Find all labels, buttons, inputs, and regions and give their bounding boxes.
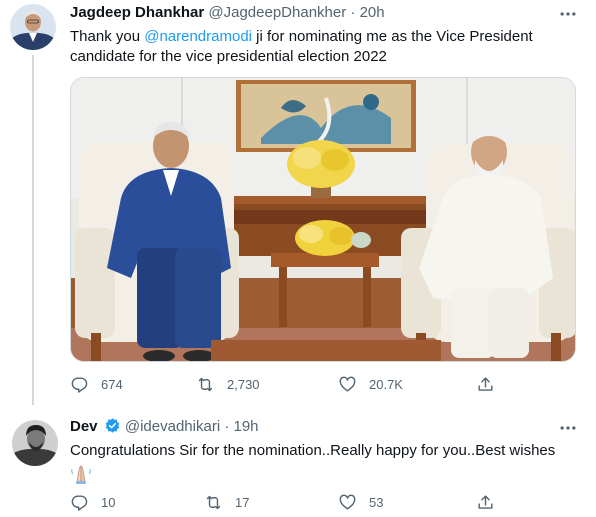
reply-count: 10 xyxy=(101,494,116,510)
tweet-text: Congratulations Sir for the nomination..… xyxy=(70,442,556,459)
tweet-header: Jagdeep Dhankhar @JagdeepDhankher · 20h xyxy=(70,3,385,23)
retweet-count: 17 xyxy=(235,494,250,510)
reply-button[interactable]: 674 xyxy=(70,373,123,395)
tweet-text: Thank you @narendramodi ji for nominatin… xyxy=(70,27,580,67)
like-count: 20.7K xyxy=(369,376,403,392)
tweet-timestamp[interactable]: 20h xyxy=(360,4,385,21)
reply-tweet[interactable]: Dev @idevadhikari · 19h Congratulations … xyxy=(0,408,596,517)
reply-icon xyxy=(71,376,88,393)
retweet-button[interactable]: 17 xyxy=(204,491,249,513)
verified-badge-icon xyxy=(104,417,121,434)
separator-dot: · xyxy=(350,4,356,21)
author-handle[interactable]: @JagdeepDhankher xyxy=(208,4,346,21)
like-button[interactable]: 20.7K xyxy=(338,373,403,395)
like-count: 53 xyxy=(369,494,384,510)
tweet-actions: 674 2,730 20.7K xyxy=(70,373,500,395)
tweet-header: Dev @idevadhikari · 19h xyxy=(70,417,259,437)
retweet-icon xyxy=(206,495,221,509)
share-icon xyxy=(478,494,493,509)
more-icon[interactable] xyxy=(558,4,578,24)
thread-line xyxy=(32,55,34,405)
retweet-button[interactable]: 2,730 xyxy=(196,373,260,395)
like-icon xyxy=(339,376,356,392)
separator-dot: · xyxy=(224,418,230,435)
mention-link[interactable]: @narendramodi xyxy=(144,28,252,45)
folded-hands-emoji xyxy=(70,464,92,484)
tweet-actions: 10 17 53 xyxy=(70,491,500,513)
author-name[interactable]: Jagdeep Dhankhar xyxy=(70,4,204,21)
share-button[interactable] xyxy=(476,491,507,513)
author-avatar[interactable] xyxy=(10,4,56,50)
retweet-icon xyxy=(198,377,213,391)
share-button[interactable] xyxy=(476,373,507,395)
reply-button[interactable]: 10 xyxy=(70,491,115,513)
like-icon xyxy=(339,494,356,510)
tweet-text-part: Thank you xyxy=(70,28,145,45)
more-icon[interactable] xyxy=(558,418,578,438)
reply-icon xyxy=(71,494,88,511)
like-button[interactable]: 53 xyxy=(338,491,383,513)
author-avatar[interactable] xyxy=(12,420,58,466)
author-handle[interactable]: @idevadhikari xyxy=(125,418,220,435)
share-icon xyxy=(478,376,493,391)
reply-count: 674 xyxy=(101,376,123,392)
tweet-timestamp[interactable]: 19h xyxy=(234,418,259,435)
author-name[interactable]: Dev xyxy=(70,418,98,435)
tweet[interactable]: Jagdeep Dhankhar @JagdeepDhankher · 20h … xyxy=(0,0,596,408)
retweet-count: 2,730 xyxy=(227,376,260,392)
tweet-photo[interactable] xyxy=(70,77,576,362)
